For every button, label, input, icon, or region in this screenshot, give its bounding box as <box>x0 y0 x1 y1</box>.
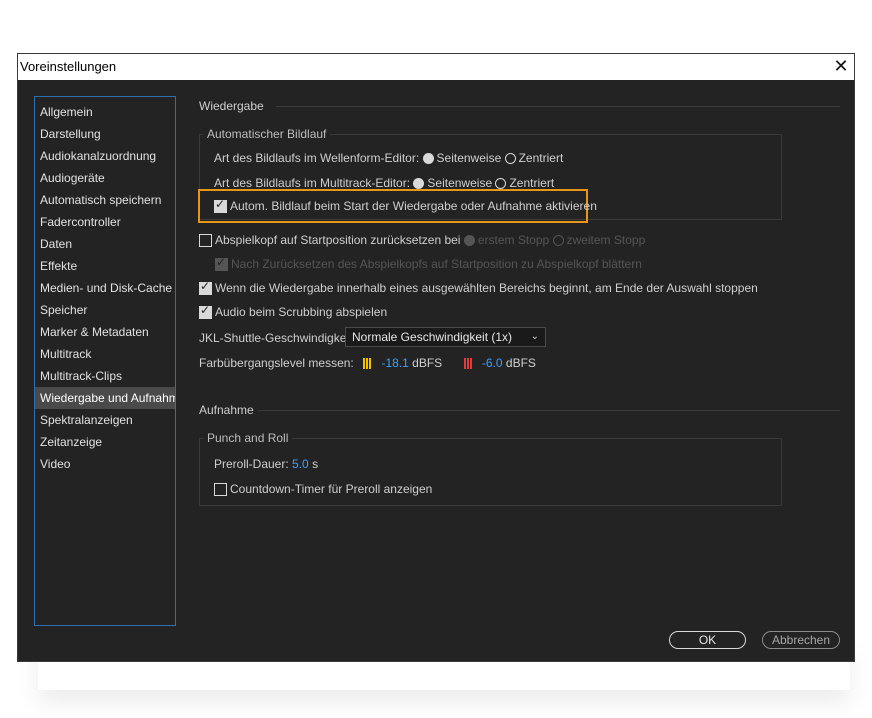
reset-radio-second: zweitem Stopp <box>552 233 646 247</box>
waveform-scroll-row: Art des Bildlaufs im Wellenform-Editor: … <box>214 151 563 165</box>
stop-at-selection-checkbox[interactable]: Wenn die Wiedergabe innerhalb eines ausg… <box>199 279 758 295</box>
reset-radio-first: erstem Stopp <box>463 233 550 247</box>
checkbox-label: Wenn die Wiedergabe innerhalb eines ausg… <box>215 281 758 295</box>
multitrack-scroll-row: Art des Bildlaufs im Multitrack-Editor: … <box>214 176 554 190</box>
radio-label: Seitenweise <box>427 176 493 190</box>
sidebar-item-video[interactable]: Video <box>35 453 175 475</box>
checkbox-checked-icon <box>214 197 227 213</box>
preroll-unit: s <box>312 457 319 471</box>
window-title: Voreinstellungen <box>20 59 117 74</box>
punch-roll-group-title: Punch and Roll <box>203 431 293 445</box>
section-title-recording: Aufnahme <box>199 403 254 417</box>
cancel-button[interactable]: Abbrechen <box>762 631 840 649</box>
jkl-speed-dropdown[interactable]: Normale Geschwindigkeit (1x) ⌄ <box>345 327 546 347</box>
fade-level-row: Farbübergangslevel messen: -18.1 dBFS -6… <box>199 356 536 372</box>
sidebar-item-multitrack-clips[interactable]: Multitrack-Clips <box>35 365 175 387</box>
checkbox-unchecked-icon <box>199 234 212 247</box>
sidebar-item-darstellung[interactable]: Darstellung <box>35 123 175 145</box>
radio-label: Zentriert <box>518 151 564 165</box>
checkbox-label: Audio beim Scrubbing abspielen <box>215 305 388 319</box>
multitrack-radio-centered[interactable]: Zentriert <box>495 176 554 190</box>
sidebar-item-medien-cache[interactable]: Medien- und Disk-Cache <box>35 277 175 299</box>
countdown-checkbox[interactable]: Countdown-Timer für Preroll anzeigen <box>214 482 432 496</box>
checkbox-label: Countdown-Timer für Preroll anzeigen <box>230 482 433 496</box>
fade-level-2-unit: dBFS <box>505 356 536 370</box>
radio-disabled-icon <box>463 235 475 246</box>
checkbox-label: Abspielkopf auf Startposition zurücksetz… <box>215 233 461 247</box>
fade-level-1-unit: dBFS <box>412 356 443 370</box>
sidebar-item-audiokanalzuordnung[interactable]: Audiokanalzuordnung <box>35 145 175 167</box>
checkbox-checked-icon <box>199 279 212 295</box>
radio-selected-icon <box>413 178 425 189</box>
radio-unselected-icon <box>495 178 507 189</box>
sidebar-item-speicher[interactable]: Speicher <box>35 299 175 321</box>
fade-level-label: Farbübergangslevel messen: <box>199 356 354 370</box>
waveform-radio-page[interactable]: Seitenweise <box>422 151 502 165</box>
reset-playhead-checkbox[interactable]: Abspielkopf auf Startposition zurücksetz… <box>199 233 460 247</box>
sidebar-item-allgemein[interactable]: Allgemein <box>35 101 175 123</box>
sidebar-item-zeitanzeige[interactable]: Zeitanzeige <box>35 431 175 453</box>
preroll-label: Preroll-Dauer: <box>214 457 289 471</box>
auto-scroll-group-title: Automatischer Bildlauf <box>203 127 331 141</box>
radio-disabled-icon <box>552 235 564 246</box>
sidebar-item-marker-metadaten[interactable]: Marker & Metadaten <box>35 321 175 343</box>
sidebar-item-multitrack[interactable]: Multitrack <box>35 343 175 365</box>
fade-level-2-value[interactable]: -6.0 <box>482 356 503 370</box>
preferences-dialog: Voreinstellungen ✕ Allgemein Darstellung… <box>17 53 855 662</box>
section-divider <box>276 106 840 107</box>
dropdown-value: Normale Geschwindigkeit (1x) <box>352 330 513 344</box>
waveform-radio-centered[interactable]: Zentriert <box>504 151 564 165</box>
category-list: Allgemein Darstellung Audiokanalzuordnun… <box>34 96 176 626</box>
level-meter-red-icon <box>463 358 473 372</box>
multitrack-scroll-label: Art des Bildlaufs im Multitrack-Editor: <box>214 176 411 190</box>
sidebar-item-effekte[interactable]: Effekte <box>35 255 175 277</box>
radio-label: zweitem Stopp <box>566 233 646 247</box>
preroll-value[interactable]: 5.0 <box>292 457 309 471</box>
checkbox-checked-icon <box>199 303 212 319</box>
multitrack-radio-page[interactable]: Seitenweise <box>413 176 492 190</box>
level-meter-yellow-icon <box>363 358 372 372</box>
sidebar-item-daten[interactable]: Daten <box>35 233 175 255</box>
fade-level-1-value[interactable]: -18.1 <box>381 356 408 370</box>
waveform-scroll-label: Art des Bildlaufs im Wellenform-Editor: <box>214 151 420 165</box>
sidebar-item-wiedergabe-aufnahme[interactable]: Wiedergabe und Aufnahme <box>35 387 175 409</box>
audio-scrubbing-checkbox[interactable]: Audio beim Scrubbing abspielen <box>199 303 388 319</box>
section-divider <box>258 410 840 411</box>
radio-label: Seitenweise <box>436 151 502 165</box>
auto-scroll-enable-checkbox[interactable]: Autom. Bildlauf beim Start der Wiedergab… <box>214 197 597 213</box>
sidebar-item-audiogeraete[interactable]: Audiogeräte <box>35 167 175 189</box>
jkl-label: JKL-Shuttle-Geschwindigkeit: <box>199 331 356 345</box>
radio-label: erstem Stopp <box>477 233 550 247</box>
sidebar-item-spektralanzeigen[interactable]: Spektralanzeigen <box>35 409 175 431</box>
scroll-after-reset-checkbox: Nach Zurücksetzen des Abspielkopfs auf S… <box>215 255 642 271</box>
dialog-content: Allgemein Darstellung Audiokanalzuordnun… <box>18 80 854 661</box>
sidebar-item-automatisch-speichern[interactable]: Automatisch speichern <box>35 189 175 211</box>
chevron-down-icon: ⌄ <box>530 331 539 342</box>
checkbox-unchecked-icon <box>214 483 227 496</box>
sidebar-item-fadercontroller[interactable]: Fadercontroller <box>35 211 175 233</box>
section-title-playback: Wiedergabe <box>199 99 264 113</box>
checkbox-label: Nach Zurücksetzen des Abspielkopfs auf S… <box>231 257 642 271</box>
radio-label: Zentriert <box>509 176 555 190</box>
checkbox-label: Autom. Bildlauf beim Start der Wiedergab… <box>230 199 597 213</box>
checkbox-disabled-icon <box>215 255 228 271</box>
radio-selected-icon <box>422 153 434 164</box>
radio-unselected-icon <box>504 153 516 164</box>
title-bar: Voreinstellungen ✕ <box>18 54 854 80</box>
close-icon[interactable]: ✕ <box>830 55 852 77</box>
preroll-row: Preroll-Dauer: 5.0 s <box>214 457 318 471</box>
reset-playhead-row: Abspielkopf auf Startposition zurücksetz… <box>199 233 645 247</box>
ok-button[interactable]: OK <box>669 631 746 649</box>
